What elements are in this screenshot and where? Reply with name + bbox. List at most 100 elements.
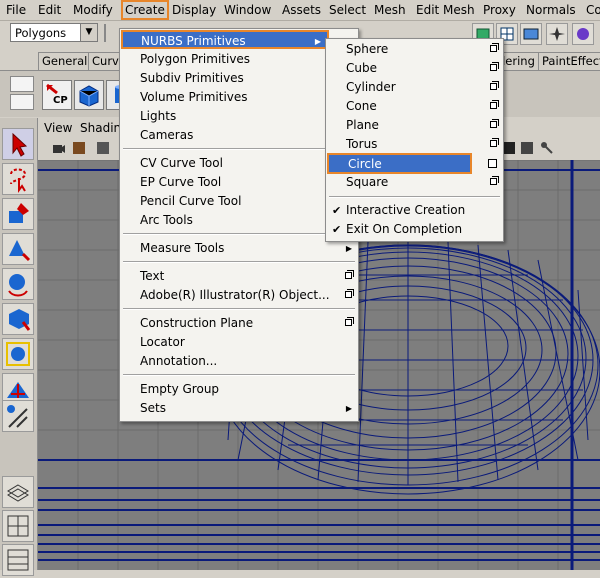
menu-edit[interactable]: Edit <box>38 2 61 18</box>
menu-item-lights[interactable]: Lights ▶ <box>120 107 358 126</box>
menu-item-label: Subdiv Primitives <box>140 71 244 85</box>
menu-mesh[interactable]: Mesh <box>374 2 406 18</box>
menu-create[interactable]: Create <box>121 0 169 20</box>
option-box-icon[interactable] <box>490 138 499 147</box>
cp-curve-icon[interactable]: CP <box>42 80 72 110</box>
submenu-item-cylinder[interactable]: Cylinder <box>326 78 503 97</box>
submenu-item-cone[interactable]: Cone <box>326 97 503 116</box>
menu-item-label: Construction Plane <box>140 316 254 330</box>
submenu-item-torus[interactable]: Torus <box>326 135 503 154</box>
menu-item-locator[interactable]: Locator <box>120 333 358 352</box>
joint-xray-icon[interactable] <box>540 141 554 155</box>
menu-item-label: Cone <box>346 99 377 113</box>
menu-separator <box>123 233 355 235</box>
menu-item-label: Cylinder <box>346 80 396 94</box>
layout-single-icon[interactable] <box>2 476 34 508</box>
menu-modify[interactable]: Modify <box>73 2 113 18</box>
menu-item-volume-primitives[interactable]: Volume Primitives ▶ <box>120 88 358 107</box>
shelf-options-icon[interactable] <box>10 94 34 110</box>
bookmark-icon[interactable] <box>72 141 86 155</box>
camera-icon[interactable] <box>52 141 66 155</box>
submenu-item-square[interactable]: Square <box>326 173 503 192</box>
option-box-icon[interactable] <box>490 119 499 128</box>
menu-display[interactable]: Display <box>172 2 216 18</box>
mode-selector-value: Polygons <box>15 26 67 40</box>
viewport-menu-shading[interactable]: Shadin <box>80 121 121 135</box>
shelf-tab-general[interactable]: General <box>38 52 92 70</box>
isolate-icon[interactable] <box>502 141 516 155</box>
menu-item-ep-curve-tool[interactable]: EP Curve Tool <box>120 173 358 192</box>
option-box-icon[interactable] <box>490 100 499 109</box>
submenu-item-cube[interactable]: Cube <box>326 59 503 78</box>
menu-normals[interactable]: Normals <box>526 2 576 18</box>
menu-item-label: Pencil Curve Tool <box>140 194 242 208</box>
menu-select[interactable]: Select <box>329 2 366 18</box>
submenu-arrow-icon: ▶ <box>345 404 352 413</box>
menu-item-label: CV Curve Tool <box>140 156 223 170</box>
option-box-icon[interactable] <box>345 317 354 326</box>
show-manipulator-icon[interactable] <box>2 400 34 432</box>
option-box-icon[interactable] <box>488 159 497 168</box>
menu-item-label: EP Curve Tool <box>140 175 222 189</box>
menu-item-empty-group[interactable]: Empty Group <box>120 380 358 399</box>
menu-item-subdiv-primitives[interactable]: Subdiv Primitives ▶ <box>120 69 358 88</box>
create-menu: NURBS Primitives ▶ Polygon Primitives ▶ … <box>119 28 359 422</box>
option-box-icon[interactable] <box>490 43 499 52</box>
menu-item-text[interactable]: Text <box>120 267 358 286</box>
menu-item-annotation[interactable]: Annotation... <box>120 352 358 371</box>
menu-item-construction-plane[interactable]: Construction Plane <box>120 314 358 333</box>
option-box-icon[interactable] <box>345 270 354 279</box>
menu-proxy[interactable]: Proxy <box>483 2 516 18</box>
menu-item-polygon-primitives[interactable]: Polygon Primitives ▶ <box>120 50 358 69</box>
menu-item-pencil-curve-tool[interactable]: Pencil Curve Tool <box>120 192 358 211</box>
mode-selector[interactable]: Polygons ▼ <box>10 23 98 42</box>
menu-item-cameras[interactable]: Cameras ▶ <box>120 126 358 145</box>
render-icon[interactable] <box>572 23 594 45</box>
move-tool-icon[interactable] <box>2 233 34 265</box>
checkmark-icon: ✔ <box>332 223 342 236</box>
viewport-menu-view[interactable]: View <box>44 121 72 135</box>
menu-more[interactable]: Co <box>586 2 600 18</box>
toggle-exit-on-completion[interactable]: ✔ Exit On Completion <box>326 220 503 239</box>
manipulator-tool-icon[interactable] <box>2 338 34 370</box>
option-box-icon[interactable] <box>490 176 499 185</box>
menu-item-cv-curve-tool[interactable]: CV Curve Tool <box>120 154 358 173</box>
menu-item-label: Cameras <box>140 128 194 142</box>
select-tool-icon[interactable] <box>2 128 34 160</box>
layout-four-icon[interactable] <box>2 510 34 542</box>
scale-tool-icon[interactable] <box>2 303 34 335</box>
cp-label: CP <box>53 95 68 106</box>
menu-assets[interactable]: Assets <box>282 2 321 18</box>
chevron-down-icon[interactable]: ▼ <box>80 24 97 41</box>
option-box-icon[interactable] <box>490 62 499 71</box>
menu-item-label: NURBS Primitives <box>141 34 246 48</box>
rotate-tool-icon[interactable] <box>2 268 34 300</box>
toggle-interactive-creation[interactable]: ✔ Interactive Creation <box>326 201 503 220</box>
cube-icon[interactable] <box>74 80 104 110</box>
menu-item-label: Volume Primitives <box>140 90 248 104</box>
snap-icon[interactable] <box>546 23 568 45</box>
menu-item-arc-tools[interactable]: Arc Tools ▶ <box>120 211 358 230</box>
menu-item-label: Torus <box>346 137 378 151</box>
menu-item-measure-tools[interactable]: Measure Tools ▶ <box>120 239 358 258</box>
submenu-item-circle[interactable]: Circle <box>327 153 472 174</box>
image-plane-icon[interactable] <box>96 141 110 155</box>
menu-item-illustrator-object[interactable]: Adobe(R) Illustrator(R) Object... <box>120 286 358 305</box>
submenu-item-plane[interactable]: Plane <box>326 116 503 135</box>
shelf-tab-painteffects[interactable]: PaintEffects <box>538 52 600 70</box>
option-box-icon[interactable] <box>345 289 354 298</box>
layout-list-icon[interactable] <box>2 544 34 576</box>
window-icon[interactable] <box>520 23 542 45</box>
menu-edit-mesh[interactable]: Edit Mesh <box>416 2 475 18</box>
lasso-tool-icon[interactable] <box>2 163 34 195</box>
menu-item-nurbs-primitives[interactable]: NURBS Primitives ▶ <box>121 30 329 49</box>
option-box-icon[interactable] <box>490 81 499 90</box>
menu-item-label: Empty Group <box>140 382 220 396</box>
menu-item-sets[interactable]: Sets ▶ <box>120 399 358 418</box>
shelf-menu-icon[interactable] <box>10 76 34 92</box>
paint-select-icon[interactable] <box>2 198 34 230</box>
xray-icon[interactable] <box>520 141 534 155</box>
menu-file[interactable]: File <box>6 2 26 18</box>
menu-window[interactable]: Window <box>224 2 271 18</box>
submenu-item-sphere[interactable]: Sphere <box>326 40 503 59</box>
